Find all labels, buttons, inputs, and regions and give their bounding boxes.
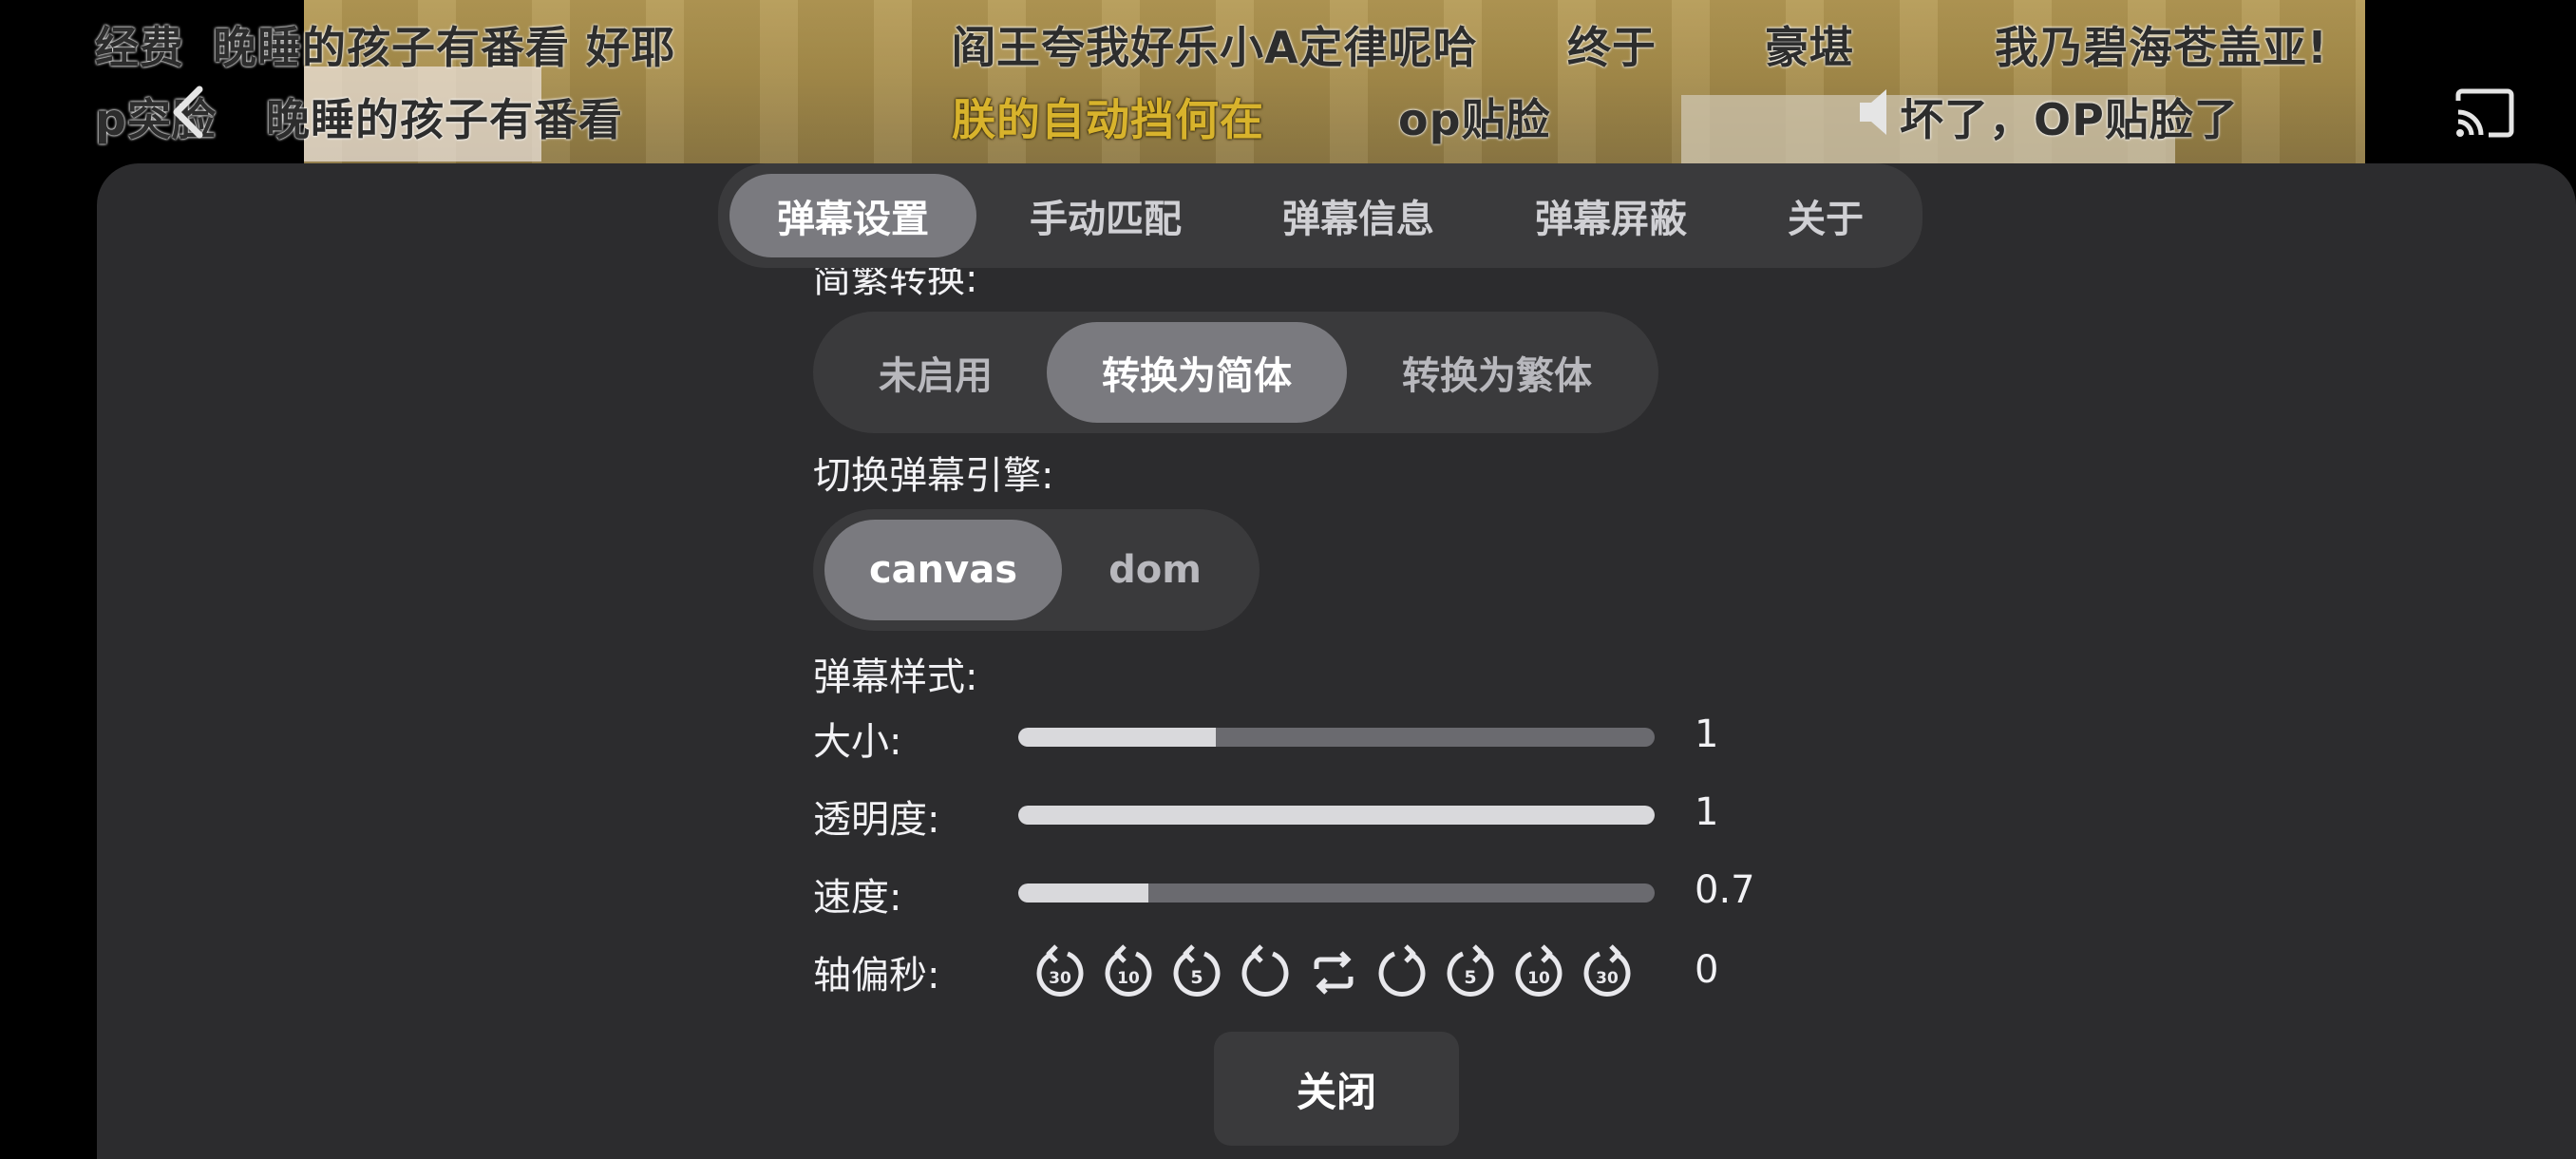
offset-button-group: 30 10 5 5 10 30 xyxy=(1032,939,1636,1007)
reset-icon[interactable] xyxy=(1305,939,1362,1007)
size-label: 大小: xyxy=(813,720,902,764)
forward-1-icon[interactable] xyxy=(1373,939,1430,1007)
danmaku-comment: 晚睡的孩子有番看 xyxy=(266,94,623,145)
danmaku-comment: 晚睡的孩子有番看 好耶 xyxy=(213,22,676,73)
danmaku-comment: 阎王夸我好乐小A定律呢哈 xyxy=(952,22,1478,73)
convert-option-simplified[interactable]: 转换为简体 xyxy=(1047,322,1347,423)
rewind-1-icon[interactable] xyxy=(1237,939,1294,1007)
danmaku-comment: op贴脸 xyxy=(1398,94,1551,145)
opacity-slider[interactable] xyxy=(1018,806,1655,825)
size-value: 1 xyxy=(1695,712,1719,756)
svg-text:5: 5 xyxy=(1464,967,1476,988)
tab-manual-match[interactable]: 手动匹配 xyxy=(982,174,1229,257)
danmaku-comment: 坏了，OP贴脸了 xyxy=(1900,94,2239,145)
engine-option-dom[interactable]: dom xyxy=(1062,520,1248,620)
engine-option-canvas[interactable]: canvas xyxy=(824,520,1062,620)
speed-value: 0.7 xyxy=(1695,868,1755,912)
screen: 经费 晚睡的孩子有番看 好耶 阎王夸我好乐小A定律呢哈 终于 豪堪 我乃碧海苍盖… xyxy=(0,0,2576,1159)
volume-icon[interactable] xyxy=(1856,86,1913,142)
forward-10-icon[interactable]: 10 xyxy=(1510,939,1567,1007)
tab-danmaku-block[interactable]: 弹幕屏蔽 xyxy=(1487,174,1734,257)
engine-label: 切换弹幕引擎: xyxy=(813,454,1054,498)
rewind-5-icon[interactable]: 5 xyxy=(1168,939,1225,1007)
size-slider[interactable] xyxy=(1018,728,1655,747)
danmaku-comment: 豪堪 xyxy=(1765,22,1854,73)
tab-danmaku-settings[interactable]: 弹幕设置 xyxy=(729,174,976,257)
opacity-value: 1 xyxy=(1695,790,1719,834)
engine-segmented-control: canvas dom xyxy=(813,509,1260,631)
close-button[interactable]: 关闭 xyxy=(1214,1032,1459,1146)
offset-value: 0 xyxy=(1695,948,1719,992)
convert-option-traditional[interactable]: 转换为繁体 xyxy=(1347,322,1647,423)
danmaku-comment: 经费 xyxy=(95,22,184,73)
svg-text:10: 10 xyxy=(1527,969,1550,988)
size-slider-fill xyxy=(1018,728,1216,747)
opacity-slider-fill xyxy=(1018,806,1655,825)
speed-slider-fill xyxy=(1018,884,1149,902)
tab-about[interactable]: 关于 xyxy=(1740,174,1911,257)
svg-text:10: 10 xyxy=(1117,969,1140,988)
rewind-10-icon[interactable]: 10 xyxy=(1100,939,1157,1007)
svg-text:30: 30 xyxy=(1596,969,1619,988)
danmaku-comment: 朕的自动挡何在 xyxy=(952,94,1264,145)
rewind-30-icon[interactable]: 30 xyxy=(1032,939,1089,1007)
svg-text:5: 5 xyxy=(1190,967,1203,988)
offset-label: 轴偏秒: xyxy=(813,954,940,998)
style-label: 弹幕样式: xyxy=(813,656,978,699)
convert-option-disabled[interactable]: 未启用 xyxy=(824,322,1047,423)
danmaku-comment: 我乃碧海苍盖亚! xyxy=(1995,22,2328,73)
settings-tab-bar: 弹幕设置 手动匹配 弹幕信息 弹幕屏蔽 关于 xyxy=(718,163,1923,268)
speed-label: 速度: xyxy=(813,876,902,920)
svg-text:30: 30 xyxy=(1049,969,1071,988)
danmaku-comment: 终于 xyxy=(1567,22,1657,73)
speed-slider[interactable] xyxy=(1018,884,1655,902)
cast-icon[interactable] xyxy=(2453,87,2515,142)
forward-30-icon[interactable]: 30 xyxy=(1579,939,1636,1007)
back-icon[interactable] xyxy=(167,84,209,144)
forward-5-icon[interactable]: 5 xyxy=(1442,939,1499,1007)
opacity-label: 透明度: xyxy=(813,798,940,842)
tab-danmaku-info[interactable]: 弹幕信息 xyxy=(1235,174,1482,257)
convert-segmented-control: 未启用 转换为简体 转换为繁体 xyxy=(813,312,1658,433)
